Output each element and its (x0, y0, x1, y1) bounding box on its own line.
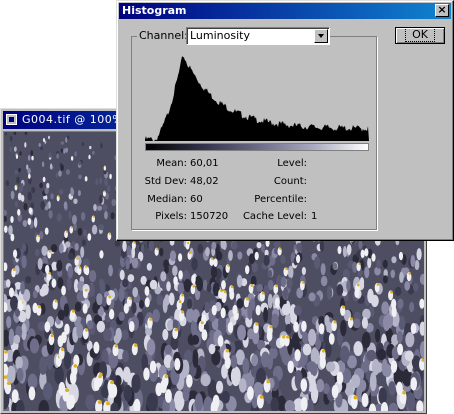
chevron-down-icon[interactable] (314, 29, 328, 43)
channel-dropdown-value: Luminosity (190, 29, 250, 42)
ok-button-label: OK (405, 27, 435, 42)
histogram-titlebar[interactable]: Histogram × (119, 3, 451, 19)
std-dev-label: Std Dev: (144, 176, 187, 187)
cache-level-label: Cache Level: (242, 211, 307, 222)
ok-button[interactable]: OK (395, 27, 445, 44)
pixels-value: 150720 (190, 211, 229, 222)
close-icon: × (437, 3, 447, 16)
luminosity-gradient-bar (145, 143, 369, 151)
document-app-icon (6, 114, 17, 125)
close-button[interactable]: × (435, 4, 449, 17)
histogram-area (145, 56, 369, 141)
channel-label: Channel: (137, 29, 190, 42)
median-label: Median: (147, 194, 187, 205)
pixels-label: Pixels: (155, 211, 187, 222)
cache-level-value: 1 (311, 211, 318, 222)
std-dev-value: 48,02 (190, 176, 219, 187)
histogram-title: Histogram (122, 4, 187, 17)
percentile-label: Percentile: (254, 194, 307, 205)
mean-label: Mean: (156, 158, 187, 169)
mean-value: 60,01 (190, 158, 219, 169)
histogram-graph (145, 56, 369, 141)
count-label: Count: (273, 176, 307, 187)
level-label: Level: (277, 158, 307, 169)
histogram-dialog: Histogram × Channel: Luminosity OK Mean:… (116, 0, 454, 241)
histogram-plot[interactable] (145, 49, 369, 141)
channel-dropdown[interactable]: Luminosity (186, 27, 330, 45)
median-value: 60 (190, 194, 203, 205)
